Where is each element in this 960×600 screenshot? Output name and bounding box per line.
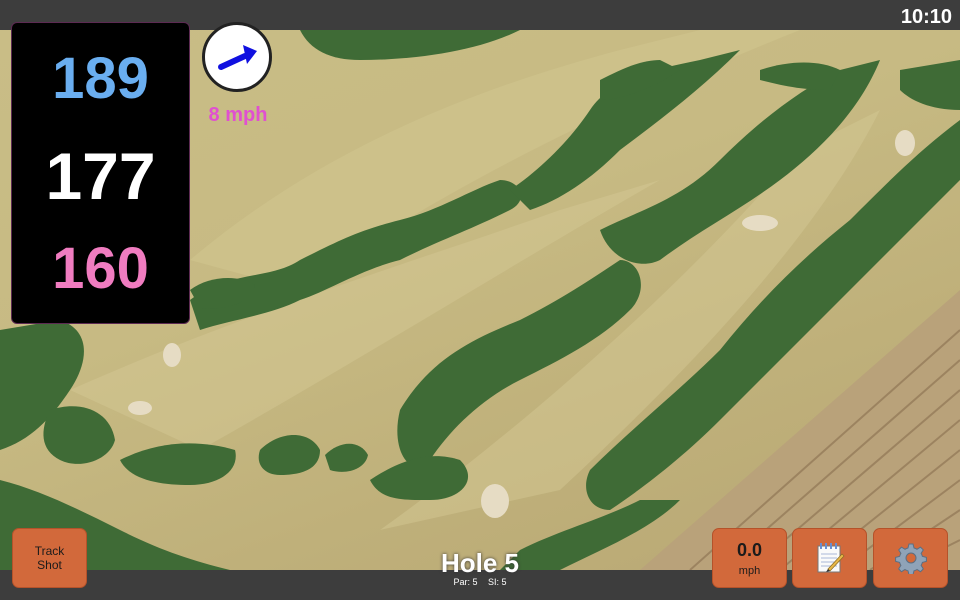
- gear-icon: [894, 543, 927, 574]
- wind-indicator: [202, 22, 272, 92]
- track-shot-label-line1: Track: [34, 544, 65, 558]
- clock: 10:10: [900, 6, 952, 28]
- middle-distance: 177: [45, 139, 156, 213]
- track-shot-button[interactable]: Track Shot: [12, 528, 87, 588]
- settings-button[interactable]: [873, 528, 948, 588]
- speed-value: 0.0: [736, 539, 763, 560]
- par-label: Par: 5: [453, 577, 478, 587]
- hole-info: Par: 5 SI: 5: [380, 577, 580, 587]
- stroke-index-label: SI: 5: [488, 577, 507, 587]
- distance-panel: 189 177 160: [11, 22, 190, 324]
- hole-title: Hole 5: [440, 548, 520, 578]
- speed-button[interactable]: 0.0 mph: [712, 528, 787, 588]
- notepad-icon: [817, 543, 844, 573]
- track-shot-label-line2: Shot: [37, 558, 62, 572]
- wind-speed: 8 mph: [208, 104, 268, 126]
- notes-button[interactable]: [792, 528, 867, 588]
- back-distance: 189: [52, 46, 149, 111]
- front-distance: 160: [52, 236, 149, 301]
- speed-unit: mph: [738, 564, 761, 577]
- arrow-right-icon: [218, 45, 257, 70]
